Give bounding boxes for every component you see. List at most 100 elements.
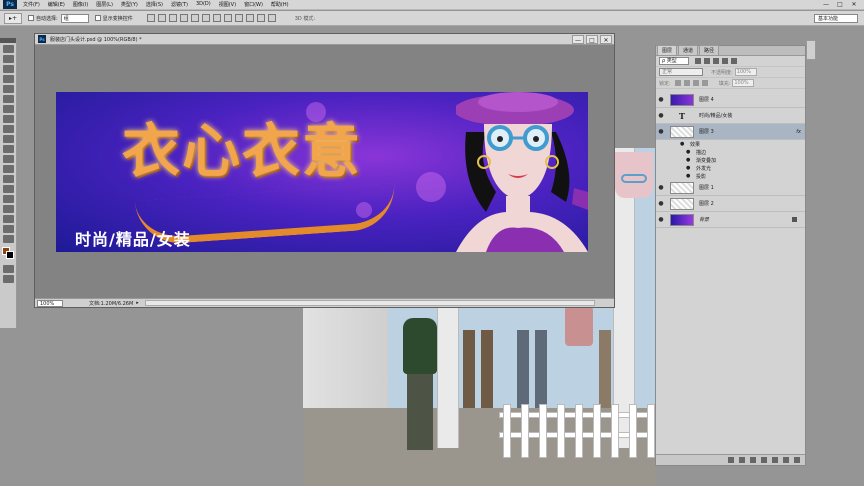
fill-field[interactable]: 100% xyxy=(732,79,755,87)
tab-channels[interactable]: 通道 xyxy=(678,45,699,55)
align-right-icon[interactable] xyxy=(201,14,210,22)
background-color-swatch[interactable] xyxy=(6,251,14,259)
filter-adjustment-icon[interactable] xyxy=(704,58,710,64)
minimize-button[interactable]: — xyxy=(819,0,833,9)
gradient-tool-icon[interactable] xyxy=(2,155,14,163)
align-bottom-icon[interactable] xyxy=(168,14,177,22)
pen-tool-icon[interactable] xyxy=(2,185,14,193)
workspace-switcher[interactable]: 基本功能 xyxy=(814,14,858,23)
menu-filter[interactable]: 滤镜(T) xyxy=(171,1,188,8)
shape-tool-icon[interactable] xyxy=(2,215,14,223)
visibility-eye-icon[interactable]: ● xyxy=(656,200,666,207)
blur-tool-icon[interactable] xyxy=(2,165,14,173)
horizontal-scrollbar[interactable] xyxy=(144,300,595,306)
layer-row[interactable]: ● T 时尚/精品/女装 xyxy=(656,108,805,124)
visibility-eye-icon[interactable]: ● xyxy=(656,128,666,135)
menu-layer[interactable]: 图层(L) xyxy=(96,1,113,8)
align-vcenter-icon[interactable] xyxy=(157,14,166,22)
hand-tool-icon[interactable] xyxy=(2,225,14,233)
move-tool-preset[interactable]: ▸+ xyxy=(4,12,22,24)
type-tool-icon[interactable] xyxy=(2,195,14,203)
effect-eye-icon[interactable]: ● xyxy=(686,173,694,179)
link-layers-icon[interactable] xyxy=(728,457,734,463)
document-titlebar[interactable]: Ps 服装店门头设计.psd @ 100%(RGB/8) * — □ ✕ xyxy=(35,34,614,45)
path-select-tool-icon[interactable] xyxy=(2,205,14,213)
zoom-level-field[interactable]: 100% xyxy=(37,299,63,307)
layer-row[interactable]: ● 图层 2 xyxy=(656,196,805,212)
adjustment-layer-icon[interactable] xyxy=(761,457,767,463)
move-tool-icon[interactable] xyxy=(2,45,14,53)
menu-edit[interactable]: 编辑(E) xyxy=(48,1,65,8)
lock-image-icon[interactable] xyxy=(683,80,690,86)
distribute-hcenter-icon[interactable] xyxy=(256,14,265,22)
show-transform-checkbox[interactable] xyxy=(94,15,101,21)
eyedropper-tool-icon[interactable] xyxy=(2,95,14,103)
effect-eye-icon[interactable]: ● xyxy=(686,165,694,171)
tools-collapse-bar[interactable] xyxy=(0,38,16,43)
effect-row[interactable]: ● 投影 xyxy=(656,172,805,180)
layer-row-selected[interactable]: ● 图层 3 fx xyxy=(656,124,805,140)
align-hcenter-icon[interactable] xyxy=(190,14,199,22)
visibility-eye-icon[interactable]: ● xyxy=(656,216,666,223)
menu-file[interactable]: 文件(F) xyxy=(23,1,40,8)
lock-transparent-icon[interactable] xyxy=(674,80,681,86)
crop-tool-icon[interactable] xyxy=(2,85,14,93)
filter-pixel-icon[interactable] xyxy=(695,58,701,64)
menu-3d[interactable]: 3D(D) xyxy=(196,1,211,8)
effect-eye-icon[interactable]: ● xyxy=(686,157,694,163)
tab-paths[interactable]: 路径 xyxy=(699,45,720,55)
brush-tool-icon[interactable] xyxy=(2,115,14,123)
lock-all-icon[interactable] xyxy=(701,80,708,86)
menu-view[interactable]: 视图(V) xyxy=(219,1,236,8)
effect-eye-icon[interactable]: ● xyxy=(680,141,688,147)
stamp-tool-icon[interactable] xyxy=(2,125,14,133)
distribute-top-icon[interactable] xyxy=(212,14,221,22)
history-brush-tool-icon[interactable] xyxy=(2,135,14,143)
auto-select-checkbox[interactable] xyxy=(28,15,34,21)
zoom-tool-icon[interactable] xyxy=(2,235,14,243)
visibility-eye-icon[interactable]: ● xyxy=(656,184,666,191)
opacity-field[interactable]: 100% xyxy=(734,68,757,76)
lock-position-icon[interactable] xyxy=(692,80,699,86)
screen-mode-icon[interactable] xyxy=(2,275,14,283)
eraser-tool-icon[interactable] xyxy=(2,145,14,153)
add-style-icon[interactable] xyxy=(739,457,745,463)
menu-image[interactable]: 图像(I) xyxy=(73,1,88,8)
menu-help[interactable]: 帮助(H) xyxy=(271,1,289,8)
layer-filter-dropdown[interactable]: ρ 类型 xyxy=(659,57,689,65)
filter-smart-object-icon[interactable] xyxy=(731,58,737,64)
quick-mask-icon[interactable] xyxy=(2,265,14,273)
add-mask-icon[interactable] xyxy=(750,457,756,463)
distribute-right-icon[interactable] xyxy=(267,14,276,22)
effect-row[interactable]: ● 渐变叠加 xyxy=(656,156,805,164)
filter-type-icon[interactable] xyxy=(713,58,719,64)
status-menu-arrow-icon[interactable]: ▸ xyxy=(136,300,139,306)
blend-mode-dropdown[interactable]: 正常 xyxy=(659,68,703,76)
healing-tool-icon[interactable] xyxy=(2,105,14,113)
maximize-button[interactable]: □ xyxy=(833,0,847,9)
distribute-vcenter-icon[interactable] xyxy=(223,14,232,22)
visibility-eye-icon[interactable]: ● xyxy=(656,96,666,103)
fx-icon[interactable]: fx xyxy=(796,129,801,135)
distribute-left-icon[interactable] xyxy=(245,14,254,22)
layer-row[interactable]: ● 图层 4 xyxy=(656,92,805,108)
layer-row[interactable]: ● 背景 xyxy=(656,212,805,228)
delete-layer-icon[interactable] xyxy=(794,457,800,463)
menu-window[interactable]: 窗口(W) xyxy=(244,1,263,8)
doc-close-button[interactable]: ✕ xyxy=(600,34,612,44)
visibility-eye-icon[interactable]: ● xyxy=(656,112,666,119)
effect-eye-icon[interactable]: ● xyxy=(686,149,694,155)
collapsed-panel-strip[interactable] xyxy=(806,40,816,60)
menu-select[interactable]: 选择(S) xyxy=(146,1,163,8)
tab-layers[interactable]: 图层 xyxy=(657,45,678,55)
effect-row[interactable]: ● 外发光 xyxy=(656,164,805,172)
distribute-bottom-icon[interactable] xyxy=(234,14,243,22)
new-layer-icon[interactable] xyxy=(783,457,789,463)
effects-header-row[interactable]: ● 效果 xyxy=(656,140,805,148)
auto-select-dropdown[interactable]: 组 xyxy=(60,13,89,23)
lasso-tool-icon[interactable] xyxy=(2,65,14,73)
layer-row[interactable]: ● 图层 1 xyxy=(656,180,805,196)
close-button[interactable]: ✕ xyxy=(847,0,861,9)
document-size-info[interactable]: 文档:1.20M/6.26M xyxy=(89,300,133,307)
filter-shape-icon[interactable] xyxy=(722,58,728,64)
